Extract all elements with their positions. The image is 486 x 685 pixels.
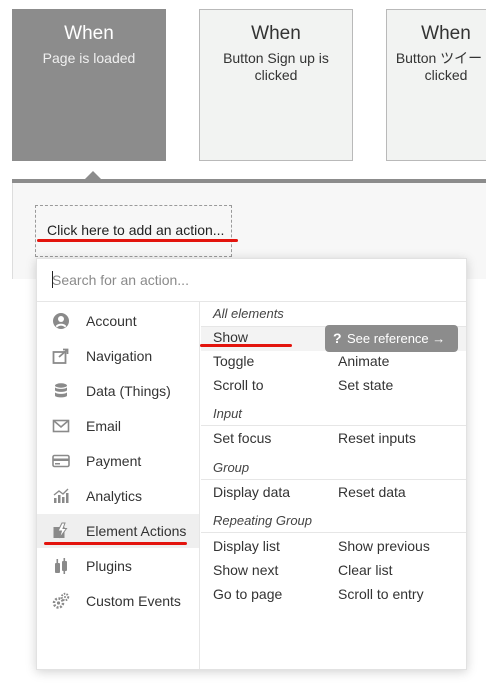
category-label: Plugins xyxy=(86,558,132,574)
group-header-input: Input xyxy=(213,406,242,421)
highlight-underline-add-action xyxy=(37,239,238,242)
search-input[interactable] xyxy=(52,269,452,291)
event-when-label: When xyxy=(251,23,301,44)
analytics-icon xyxy=(53,488,69,503)
gears-icon xyxy=(52,592,70,609)
action-toggle[interactable]: Toggle xyxy=(213,353,254,369)
group-divider xyxy=(201,479,466,480)
action-display-data[interactable]: Display data xyxy=(213,484,290,500)
action-display-list[interactable]: Display list xyxy=(213,538,280,554)
action-set-state[interactable]: Set state xyxy=(338,377,393,393)
action-reset-data[interactable]: Reset data xyxy=(338,484,406,500)
action-scroll-to[interactable]: Scroll to xyxy=(213,377,264,393)
category-plugins[interactable]: Plugins xyxy=(37,549,199,583)
text-cursor xyxy=(52,271,53,288)
highlight-underline-show xyxy=(200,344,292,347)
event-description: Button ツイート clicked xyxy=(395,50,486,83)
category-label: Custom Events xyxy=(86,593,181,609)
category-label: Navigation xyxy=(86,348,153,364)
action-show-next[interactable]: Show next xyxy=(213,562,278,578)
event-description: Page is loaded xyxy=(42,50,136,66)
search-bar xyxy=(37,259,466,302)
action-show[interactable]: Show xyxy=(213,329,248,345)
category-navigation[interactable]: Navigation xyxy=(37,339,199,373)
navigation-icon xyxy=(52,348,69,364)
database-icon xyxy=(55,383,67,398)
action-clear-list[interactable]: Clear list xyxy=(338,562,392,578)
group-header-repeating-group: Repeating Group xyxy=(213,513,313,528)
see-reference-button[interactable]: ? See reference → xyxy=(325,325,458,352)
event-description: Button Sign up is clicked xyxy=(223,50,329,83)
credit-card-icon xyxy=(52,454,70,468)
action-reset-inputs[interactable]: Reset inputs xyxy=(338,430,416,446)
category-label: Email xyxy=(86,418,122,434)
category-label: Data (Things) xyxy=(86,383,171,399)
category-data-things[interactable]: Data (Things) xyxy=(37,374,199,408)
action-show-previous[interactable]: Show previous xyxy=(338,538,430,554)
category-label: Element Actions xyxy=(86,523,187,539)
event-card-tweet-clicked[interactable]: When Button ツイート clicked xyxy=(386,9,486,161)
action-go-to-page[interactable]: Go to page xyxy=(213,586,282,602)
element-actions-icon xyxy=(53,522,68,539)
category-analytics[interactable]: Analytics xyxy=(37,479,199,513)
email-icon xyxy=(52,419,70,433)
highlight-underline-element-actions xyxy=(44,542,187,545)
category-account[interactable]: Account xyxy=(37,304,199,338)
event-card-page-loaded[interactable]: When Page is loaded xyxy=(12,9,166,161)
category-label: Account xyxy=(86,313,137,329)
category-label: Analytics xyxy=(86,488,143,504)
group-divider xyxy=(201,425,466,426)
add-action-label[interactable]: Click here to add an action... xyxy=(47,222,224,238)
see-reference-label: See reference → xyxy=(347,331,446,346)
action-picker-dropdown: Account Navigation Data (Things) Email xyxy=(36,258,467,670)
category-payment[interactable]: Payment xyxy=(37,444,199,478)
action-animate[interactable]: Animate xyxy=(338,353,389,369)
action-set-focus[interactable]: Set focus xyxy=(213,430,271,446)
account-icon xyxy=(53,313,69,329)
event-when-label: When xyxy=(64,23,114,44)
category-custom-events[interactable]: Custom Events xyxy=(37,584,199,618)
group-divider xyxy=(201,532,466,533)
plugin-icon xyxy=(55,558,67,574)
action-scroll-to-entry[interactable]: Scroll to entry xyxy=(338,586,424,602)
event-card-signup-clicked[interactable]: When Button Sign up is clicked xyxy=(199,9,353,161)
group-header-all-elements: All elements xyxy=(213,306,284,321)
group-header-group: Group xyxy=(213,460,250,475)
category-email[interactable]: Email xyxy=(37,409,199,443)
event-when-label: When xyxy=(421,23,471,44)
question-icon: ? xyxy=(333,330,342,346)
category-label: Payment xyxy=(86,453,142,469)
category-list: Account Navigation Data (Things) Email P… xyxy=(37,302,200,669)
